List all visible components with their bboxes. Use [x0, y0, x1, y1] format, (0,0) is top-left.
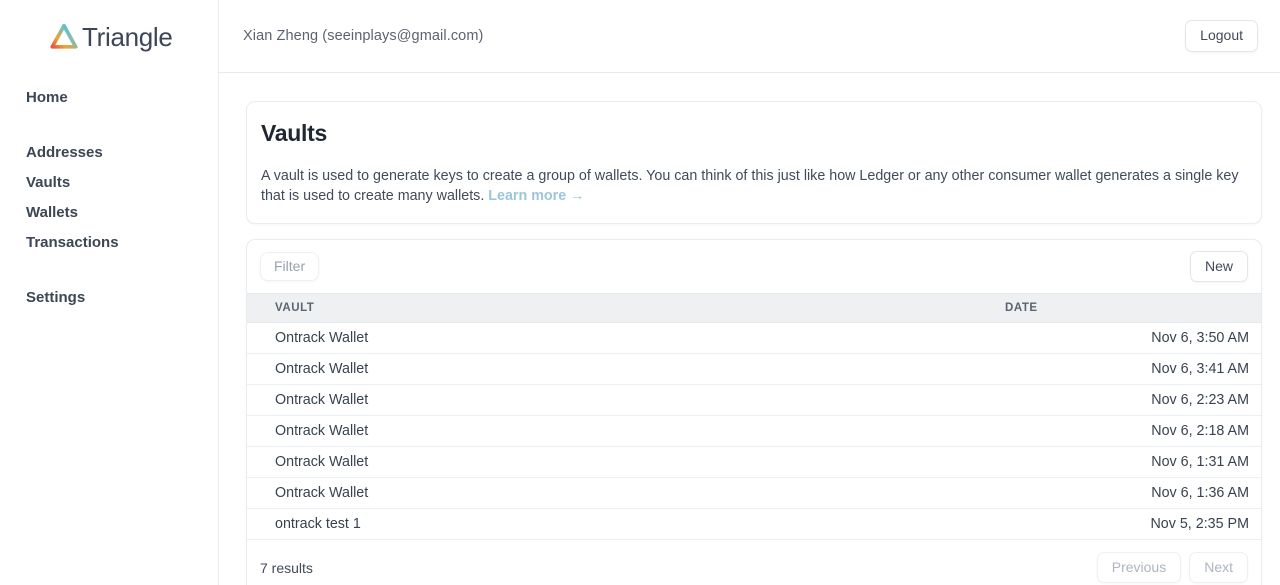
nav-spacer-1 [26, 113, 218, 138]
sidebar-item-transactions[interactable]: Transactions [26, 228, 218, 258]
app-root: Triangle Home Addresses Vaults Wallets T… [0, 0, 1280, 585]
sidebar: Triangle Home Addresses Vaults Wallets T… [0, 0, 219, 585]
cell-vault-name: Ontrack Wallet [247, 384, 981, 416]
cell-vault-date: Nov 5, 2:35 PM [981, 508, 1261, 540]
cell-vault-name: Ontrack Wallet [247, 415, 981, 447]
previous-page-button[interactable]: Previous [1096, 551, 1182, 584]
table-head: VAULT DATE [247, 292, 1261, 323]
cell-vault-name: ontrack test 1 [247, 508, 981, 540]
cell-vault-name: Ontrack Wallet [247, 322, 981, 354]
table-row[interactable]: Ontrack Wallet Nov 6, 2:23 AM [247, 384, 1261, 416]
new-vault-button[interactable]: New [1189, 250, 1248, 282]
main-area: Xian Zheng (seeinplays@gmail.com) Logout… [219, 0, 1280, 585]
sidebar-item-vaults[interactable]: Vaults [26, 168, 218, 198]
next-page-button[interactable]: Next [1189, 551, 1248, 584]
results-count: 7 results [260, 559, 313, 576]
vaults-description-card: Vaults A vault is used to generate keys … [246, 101, 1262, 224]
user-identity-label: Xian Zheng (seeinplays@gmail.com) [243, 28, 484, 44]
page-content: Vaults A vault is used to generate keys … [219, 73, 1280, 585]
cell-vault-date: Nov 6, 2:23 AM [981, 384, 1261, 416]
vaults-description-text: A vault is used to generate keys to crea… [261, 168, 1239, 205]
triangle-logo-icon [50, 23, 78, 49]
cell-vault-name: Ontrack Wallet [247, 446, 981, 478]
sidebar-item-settings[interactable]: Settings [26, 283, 218, 313]
cell-vault-date: Nov 6, 3:50 AM [981, 322, 1261, 354]
sidebar-item-wallets[interactable]: Wallets [26, 198, 218, 228]
table-footer: 7 results Previous Next [247, 540, 1261, 585]
cell-vault-date: Nov 6, 1:36 AM [981, 477, 1261, 509]
pagination-controls: Previous Next [1096, 551, 1248, 584]
brand-logo[interactable]: Triangle [0, 0, 218, 73]
table-row[interactable]: Ontrack Wallet Nov 6, 1:31 AM [247, 446, 1261, 478]
learn-more-link[interactable]: Learn more → [488, 188, 584, 204]
vaults-table: VAULT DATE Ontrack Wallet Nov 6, 3:50 AM… [247, 292, 1261, 540]
sidebar-nav: Home Addresses Vaults Wallets Transactio… [0, 73, 218, 313]
page-title: Vaults [261, 120, 327, 146]
cell-vault-date: Nov 6, 2:18 AM [981, 415, 1261, 447]
table-row[interactable]: Ontrack Wallet Nov 6, 3:50 AM [247, 322, 1261, 354]
cell-vault-name: Ontrack Wallet [247, 353, 981, 385]
vaults-description: A vault is used to generate keys to crea… [261, 166, 1247, 207]
column-header-vault[interactable]: VAULT [247, 292, 981, 323]
table-row[interactable]: Ontrack Wallet Nov 6, 2:18 AM [247, 415, 1261, 447]
column-header-date[interactable]: DATE [981, 292, 1261, 323]
nav-spacer-2 [26, 258, 218, 283]
filter-input[interactable]: Filter [260, 251, 320, 282]
sidebar-item-addresses[interactable]: Addresses [26, 138, 218, 168]
logout-button[interactable]: Logout [1185, 20, 1258, 52]
table-row[interactable]: ontrack test 1 Nov 5, 2:35 PM [247, 508, 1261, 540]
brand-name: Triangle [82, 21, 173, 52]
cell-vault-name: Ontrack Wallet [247, 477, 981, 509]
table-row[interactable]: Ontrack Wallet Nov 6, 3:41 AM [247, 353, 1261, 385]
table-header-row: VAULT DATE [247, 292, 1261, 323]
cell-vault-date: Nov 6, 3:41 AM [981, 353, 1261, 385]
cell-vault-date: Nov 6, 1:31 AM [981, 446, 1261, 478]
table-row[interactable]: Ontrack Wallet Nov 6, 1:36 AM [247, 477, 1261, 509]
topbar: Xian Zheng (seeinplays@gmail.com) Logout [219, 0, 1280, 73]
table-toolbar: Filter New [247, 240, 1261, 293]
table-body: Ontrack Wallet Nov 6, 3:50 AM Ontrack Wa… [247, 322, 1261, 540]
vaults-table-card: Filter New VAULT DATE Ontrack Wallet Nov… [246, 238, 1262, 585]
sidebar-item-home[interactable]: Home [26, 83, 218, 113]
